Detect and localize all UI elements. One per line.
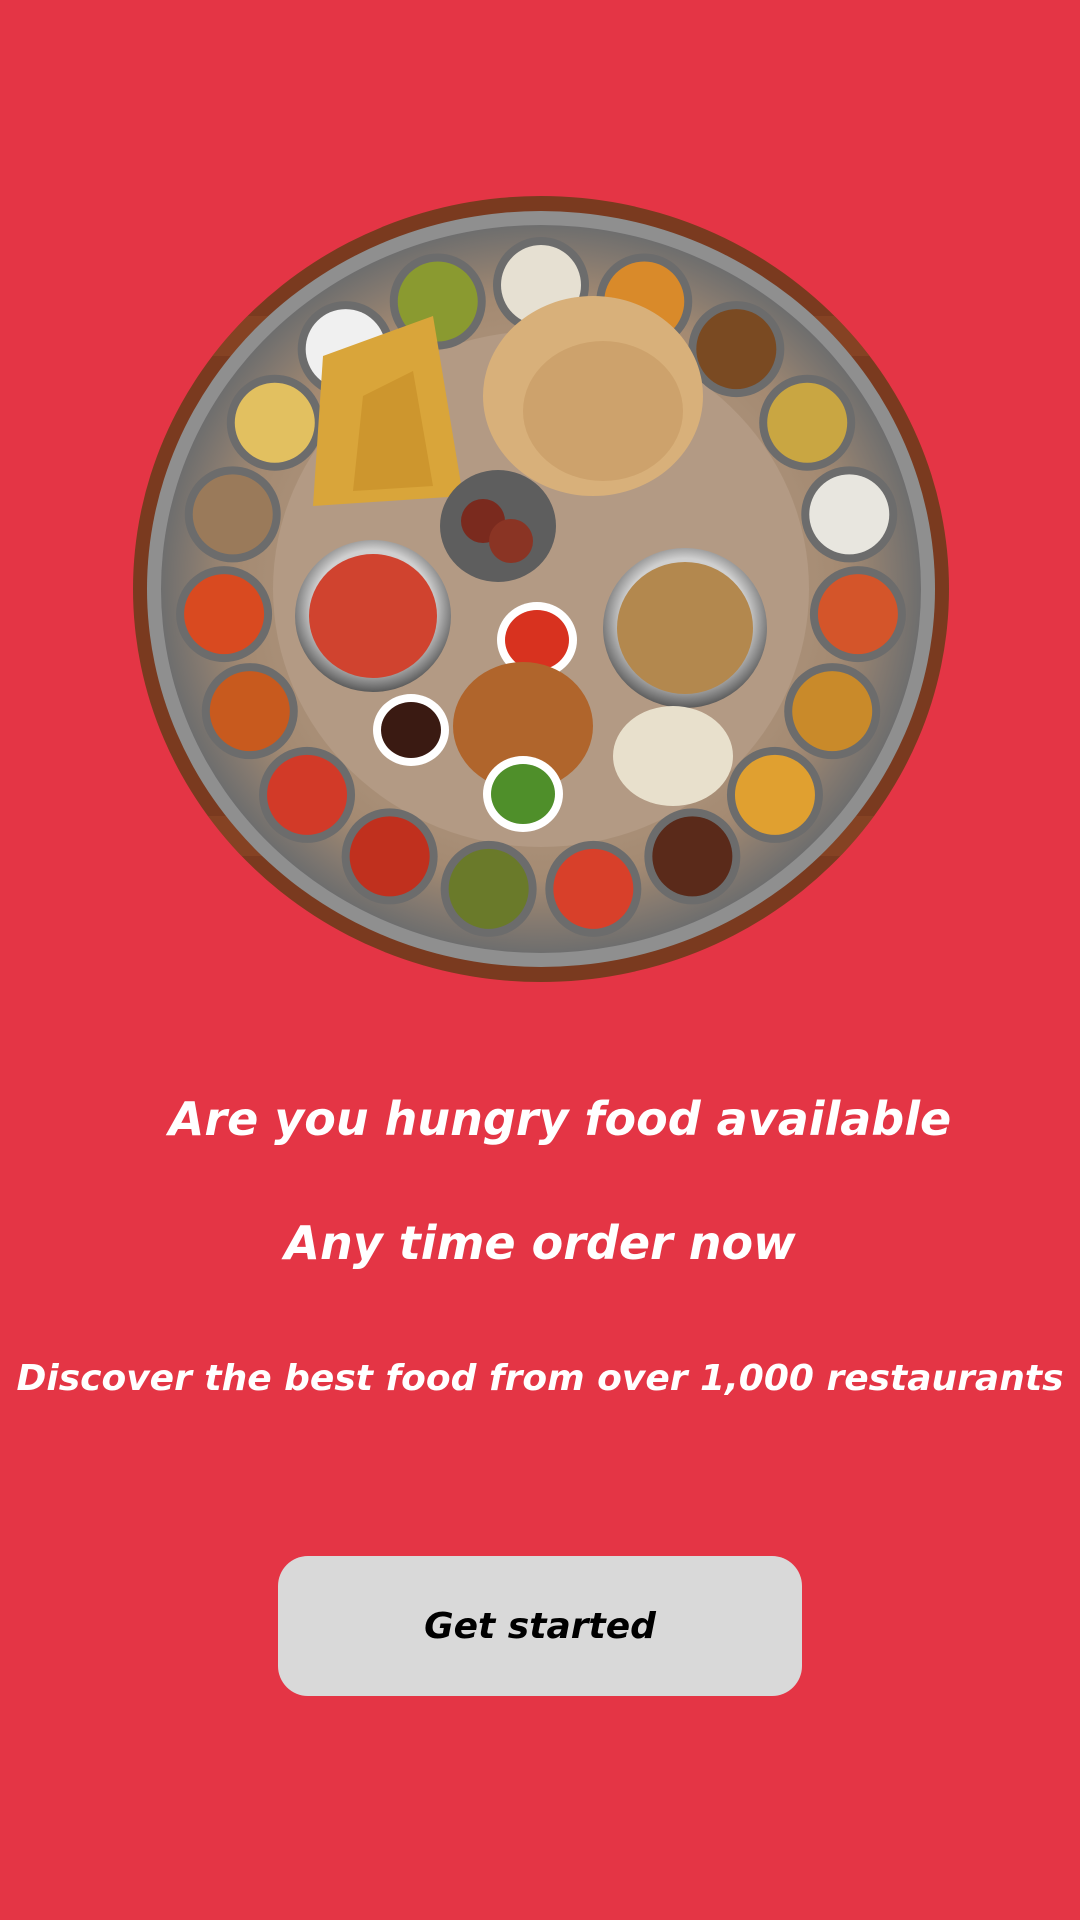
food-thali-image bbox=[133, 196, 949, 982]
subtitle: Discover the best food from over 1,000 r… bbox=[16, 1358, 1064, 1399]
get-started-button[interactable]: Get started bbox=[278, 1556, 802, 1696]
onboarding-screen: Are you hungry food available Any time o… bbox=[0, 0, 1080, 1920]
headline-line-1: Are you hungry food available bbox=[168, 1092, 952, 1146]
headline-line-2: Any time order now bbox=[284, 1216, 796, 1270]
